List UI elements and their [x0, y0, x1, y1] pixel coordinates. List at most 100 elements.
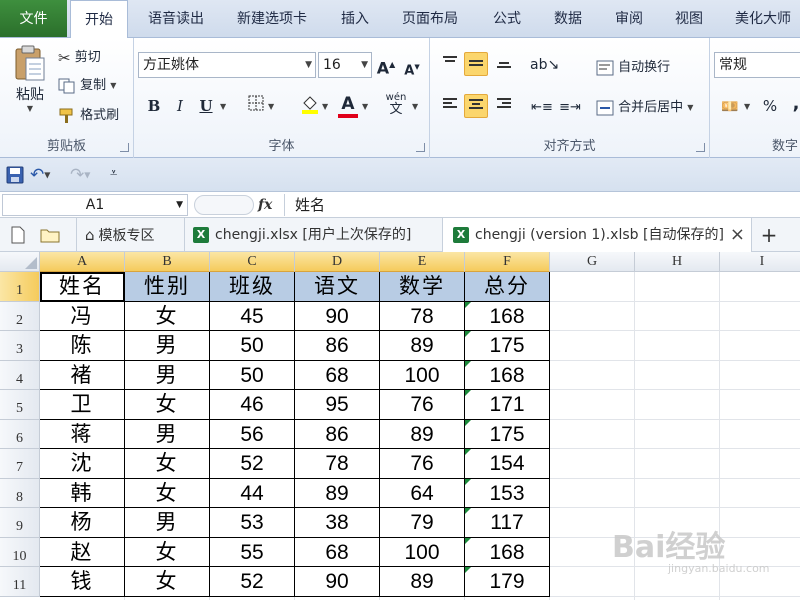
- data-cell[interactable]: 52: [210, 567, 295, 597]
- empty-cell[interactable]: [550, 360, 635, 390]
- fill-color-dropdown-icon[interactable]: ▼: [322, 102, 328, 111]
- tab-view[interactable]: 视图: [664, 0, 714, 38]
- borders-dropdown-icon[interactable]: ▼: [268, 102, 274, 111]
- data-cell[interactable]: 64: [380, 478, 465, 508]
- data-cell[interactable]: 100: [380, 360, 465, 390]
- row-header-2[interactable]: 2: [0, 301, 40, 331]
- data-cell[interactable]: 蒋: [40, 419, 125, 449]
- data-cell[interactable]: 女: [125, 567, 210, 597]
- comma-button[interactable]: ,: [784, 92, 800, 116]
- orientation-button[interactable]: ab↘: [530, 52, 559, 76]
- data-cell[interactable]: 陈: [40, 331, 125, 361]
- copy-button[interactable]: 复制 ▼: [58, 74, 116, 94]
- header-cell[interactable]: 数学: [380, 272, 465, 302]
- empty-cell[interactable]: [720, 272, 800, 302]
- data-cell[interactable]: 女: [125, 478, 210, 508]
- data-cell[interactable]: 卫: [40, 390, 125, 420]
- data-cell[interactable]: 55: [210, 537, 295, 567]
- column-header-a[interactable]: A: [40, 252, 125, 272]
- data-cell[interactable]: 68: [295, 360, 380, 390]
- formula-input[interactable]: 姓名: [284, 194, 798, 216]
- align-center-button[interactable]: [464, 94, 488, 118]
- data-cell[interactable]: 50: [210, 331, 295, 361]
- data-cell[interactable]: 韩: [40, 478, 125, 508]
- empty-cell[interactable]: [465, 596, 550, 600]
- empty-cell[interactable]: [720, 449, 800, 479]
- data-cell[interactable]: 76: [380, 390, 465, 420]
- tab-formulas[interactable]: 公式: [482, 0, 532, 38]
- column-header-h[interactable]: H: [635, 252, 720, 272]
- column-header-e[interactable]: E: [380, 252, 465, 272]
- column-header-g[interactable]: G: [550, 252, 635, 272]
- data-cell[interactable]: 95: [295, 390, 380, 420]
- empty-cell[interactable]: [295, 596, 380, 600]
- number-format-select[interactable]: 常规: [714, 52, 800, 78]
- row-header-1[interactable]: 1: [0, 272, 40, 302]
- column-header-b[interactable]: B: [125, 252, 210, 272]
- data-cell[interactable]: 86: [295, 419, 380, 449]
- paste-dropdown-icon[interactable]: ▼: [8, 104, 52, 113]
- data-cell[interactable]: 45: [210, 301, 295, 331]
- data-cell[interactable]: 168: [465, 301, 550, 331]
- row-header-11[interactable]: 11: [0, 567, 40, 597]
- data-cell[interactable]: 女: [125, 301, 210, 331]
- empty-cell[interactable]: [720, 420, 800, 449]
- data-cell[interactable]: 46: [210, 390, 295, 420]
- data-cell[interactable]: 56: [210, 419, 295, 449]
- undo-button[interactable]: ↶▼: [30, 165, 50, 185]
- insert-function-button[interactable]: fx: [258, 192, 280, 218]
- new-document-button[interactable]: [10, 218, 26, 252]
- data-cell[interactable]: 冯: [40, 301, 125, 331]
- column-header-f[interactable]: F: [465, 252, 550, 272]
- currency-button[interactable]: 💴: [718, 94, 742, 118]
- data-cell[interactable]: 78: [295, 449, 380, 479]
- data-cell[interactable]: 89: [380, 419, 465, 449]
- row-header-5[interactable]: 5: [0, 390, 40, 420]
- empty-cell[interactable]: [550, 478, 635, 508]
- data-cell[interactable]: 76: [380, 449, 465, 479]
- currency-dropdown-icon[interactable]: ▼: [744, 102, 750, 111]
- tab-file[interactable]: 文件: [0, 0, 67, 37]
- empty-cell[interactable]: [635, 390, 720, 420]
- data-cell[interactable]: 钱: [40, 567, 125, 597]
- data-cell[interactable]: 杨: [40, 508, 125, 538]
- tab-page-layout[interactable]: 页面布局: [392, 0, 468, 38]
- data-cell[interactable]: 男: [125, 331, 210, 361]
- open-folder-button[interactable]: [40, 218, 60, 252]
- empty-cell[interactable]: [210, 596, 295, 600]
- align-bottom-button[interactable]: [492, 52, 516, 76]
- empty-cell[interactable]: [720, 331, 800, 361]
- empty-cell[interactable]: [720, 390, 800, 420]
- data-cell[interactable]: 赵: [40, 537, 125, 567]
- italic-button[interactable]: I: [168, 94, 192, 118]
- data-cell[interactable]: 褚: [40, 360, 125, 390]
- empty-cell[interactable]: [550, 419, 635, 449]
- font-name-select[interactable]: 方正姚体 ▼: [138, 52, 316, 78]
- tab-new[interactable]: 新建选项卡: [226, 0, 318, 38]
- data-cell[interactable]: 86: [295, 331, 380, 361]
- paste-button[interactable]: 粘贴 ▼: [8, 44, 52, 113]
- borders-button[interactable]: [244, 94, 268, 118]
- merge-dropdown-icon[interactable]: ▼: [687, 103, 693, 112]
- shrink-font-button[interactable]: A▼: [400, 55, 424, 79]
- tab-insert[interactable]: 插入: [330, 0, 380, 38]
- header-cell[interactable]: 语文: [295, 272, 380, 302]
- row-header-9[interactable]: 9: [0, 508, 40, 538]
- percent-button[interactable]: %: [758, 94, 782, 118]
- grow-font-button[interactable]: A▲: [374, 53, 398, 77]
- data-cell[interactable]: 175: [465, 419, 550, 449]
- align-top-button[interactable]: [438, 52, 462, 76]
- format-painter-button[interactable]: 格式刷: [58, 104, 119, 124]
- underline-button[interactable]: U: [194, 94, 218, 118]
- font-size-select[interactable]: 16 ▼: [318, 52, 372, 78]
- data-cell[interactable]: 89: [295, 478, 380, 508]
- header-cell[interactable]: 总分: [465, 272, 550, 302]
- data-cell[interactable]: 89: [380, 331, 465, 361]
- empty-cell[interactable]: [550, 449, 635, 479]
- empty-cell[interactable]: [635, 301, 720, 331]
- tab-data[interactable]: 数据: [542, 0, 594, 38]
- data-cell[interactable]: 154: [465, 449, 550, 479]
- header-cell[interactable]: 性别: [125, 272, 210, 302]
- data-cell[interactable]: 女: [125, 449, 210, 479]
- name-box[interactable]: A1 ▼: [2, 194, 188, 216]
